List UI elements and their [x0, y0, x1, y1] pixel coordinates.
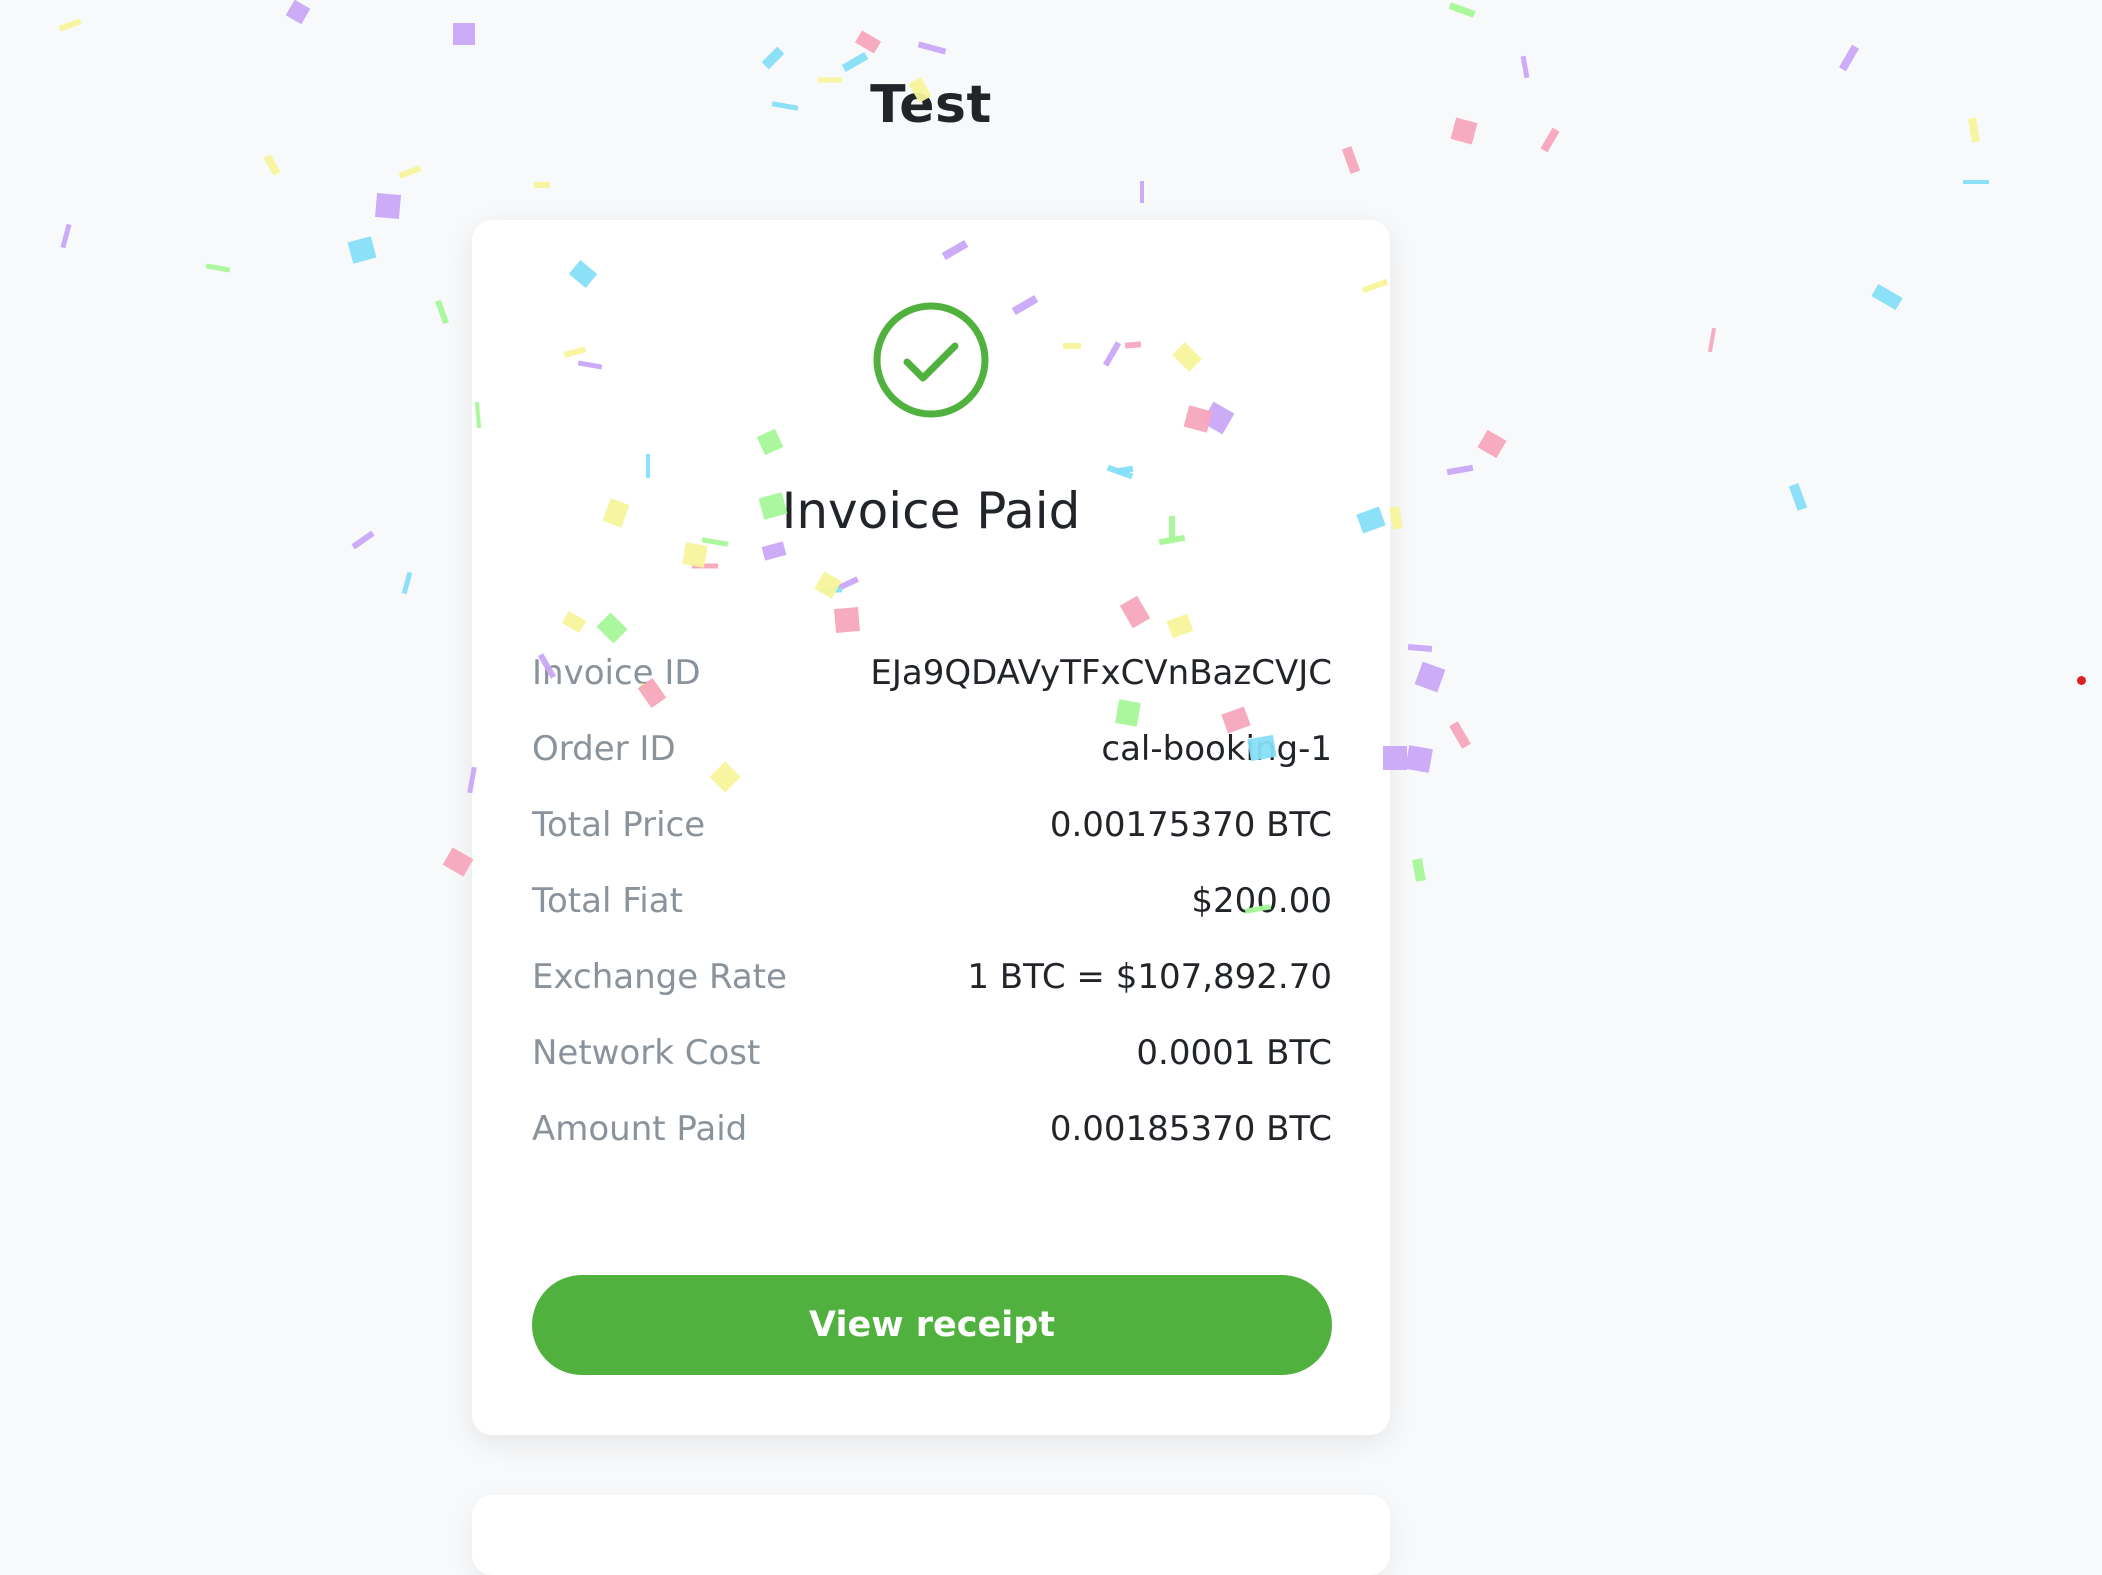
total-price-value: 0.00175370 BTC — [1049, 805, 1332, 845]
view-receipt-button[interactable]: View receipt — [532, 1275, 1332, 1375]
total-price-label: Total Price — [532, 805, 706, 845]
detail-row-invoice-id: Invoice ID EJa9QDAVyTFxCVnBazCVJC — [532, 635, 1332, 711]
confetti-piece — [1449, 721, 1471, 749]
check-circle-icon — [873, 302, 989, 418]
confetti-piece — [58, 18, 82, 32]
confetti-piece — [347, 236, 377, 264]
store-title: Test — [870, 75, 992, 135]
amount-paid-value: 0.00185370 BTC — [1049, 1109, 1332, 1149]
invoice-card: Invoice Paid Invoice ID EJa9QDAVyTFxCVnB… — [472, 220, 1390, 1435]
confetti-piece — [534, 182, 550, 188]
detail-row-total-fiat: Total Fiat $200.00 — [532, 863, 1332, 939]
detail-row-network-cost: Network Cost 0.0001 BTC — [532, 1015, 1332, 1091]
confetti-piece — [1707, 327, 1717, 353]
confetti-piece — [285, 0, 311, 25]
order-id-label: Order ID — [532, 729, 676, 769]
confetti-piece — [1967, 117, 1981, 143]
confetti-piece — [263, 154, 281, 176]
secondary-card — [472, 1495, 1390, 1575]
confetti-piece — [1788, 483, 1808, 511]
amount-paid-label: Amount Paid — [532, 1109, 748, 1149]
cursor-indicator — [2077, 676, 2086, 685]
confetti-piece — [60, 223, 72, 249]
confetti-piece — [401, 571, 413, 595]
confetti-piece — [205, 263, 231, 273]
detail-row-total-price: Total Price 0.00175370 BTC — [532, 787, 1332, 863]
network-cost-value: 0.0001 BTC — [1136, 1033, 1332, 1073]
network-cost-label: Network Cost — [532, 1033, 761, 1073]
confetti-piece — [442, 847, 474, 877]
confetti-piece — [453, 23, 475, 45]
detail-row-amount-paid: Amount Paid 0.00185370 BTC — [532, 1091, 1332, 1167]
confetti-piece — [1412, 858, 1426, 882]
invoice-id-value: EJa9QDAVyTFxCVnBazCVJC — [870, 653, 1332, 693]
exchange-rate-value: 1 BTC = $107,892.70 — [967, 957, 1332, 997]
detail-row-order-id: Order ID cal-booking-1 — [532, 711, 1332, 787]
exchange-rate-label: Exchange Rate — [532, 957, 787, 997]
total-fiat-label: Total Fiat — [532, 881, 683, 921]
total-fiat-value: $200.00 — [1191, 881, 1332, 921]
confetti-piece — [374, 192, 402, 220]
invoice-details: Invoice ID EJa9QDAVyTFxCVnBazCVJC Order … — [532, 635, 1332, 1167]
confetti-piece — [1407, 643, 1433, 653]
confetti-piece — [1341, 146, 1361, 174]
invoice-id-label: Invoice ID — [532, 653, 701, 693]
confetti-piece — [854, 30, 882, 54]
confetti-piece — [351, 530, 375, 550]
confetti-piece — [1448, 2, 1476, 18]
order-id-value: cal-booking-1 — [1101, 729, 1332, 769]
confetti-piece — [398, 165, 422, 179]
confetti-piece — [1963, 180, 1989, 184]
confetti-piece — [1389, 506, 1403, 530]
confetti-piece — [435, 299, 449, 325]
confetti-piece — [1446, 464, 1474, 476]
detail-row-exchange-rate: Exchange Rate 1 BTC = $107,892.70 — [532, 939, 1332, 1015]
confetti-piece — [1414, 661, 1446, 693]
confetti-piece — [1405, 745, 1433, 773]
confetti-piece — [1477, 429, 1507, 459]
confetti-piece — [1839, 44, 1859, 72]
confetti-piece — [917, 41, 947, 55]
confetti-piece — [1140, 181, 1144, 203]
confetti-piece — [1871, 283, 1903, 311]
confetti-piece — [841, 52, 869, 72]
confetti-piece — [761, 46, 785, 70]
invoice-status-title: Invoice Paid — [781, 482, 1081, 540]
